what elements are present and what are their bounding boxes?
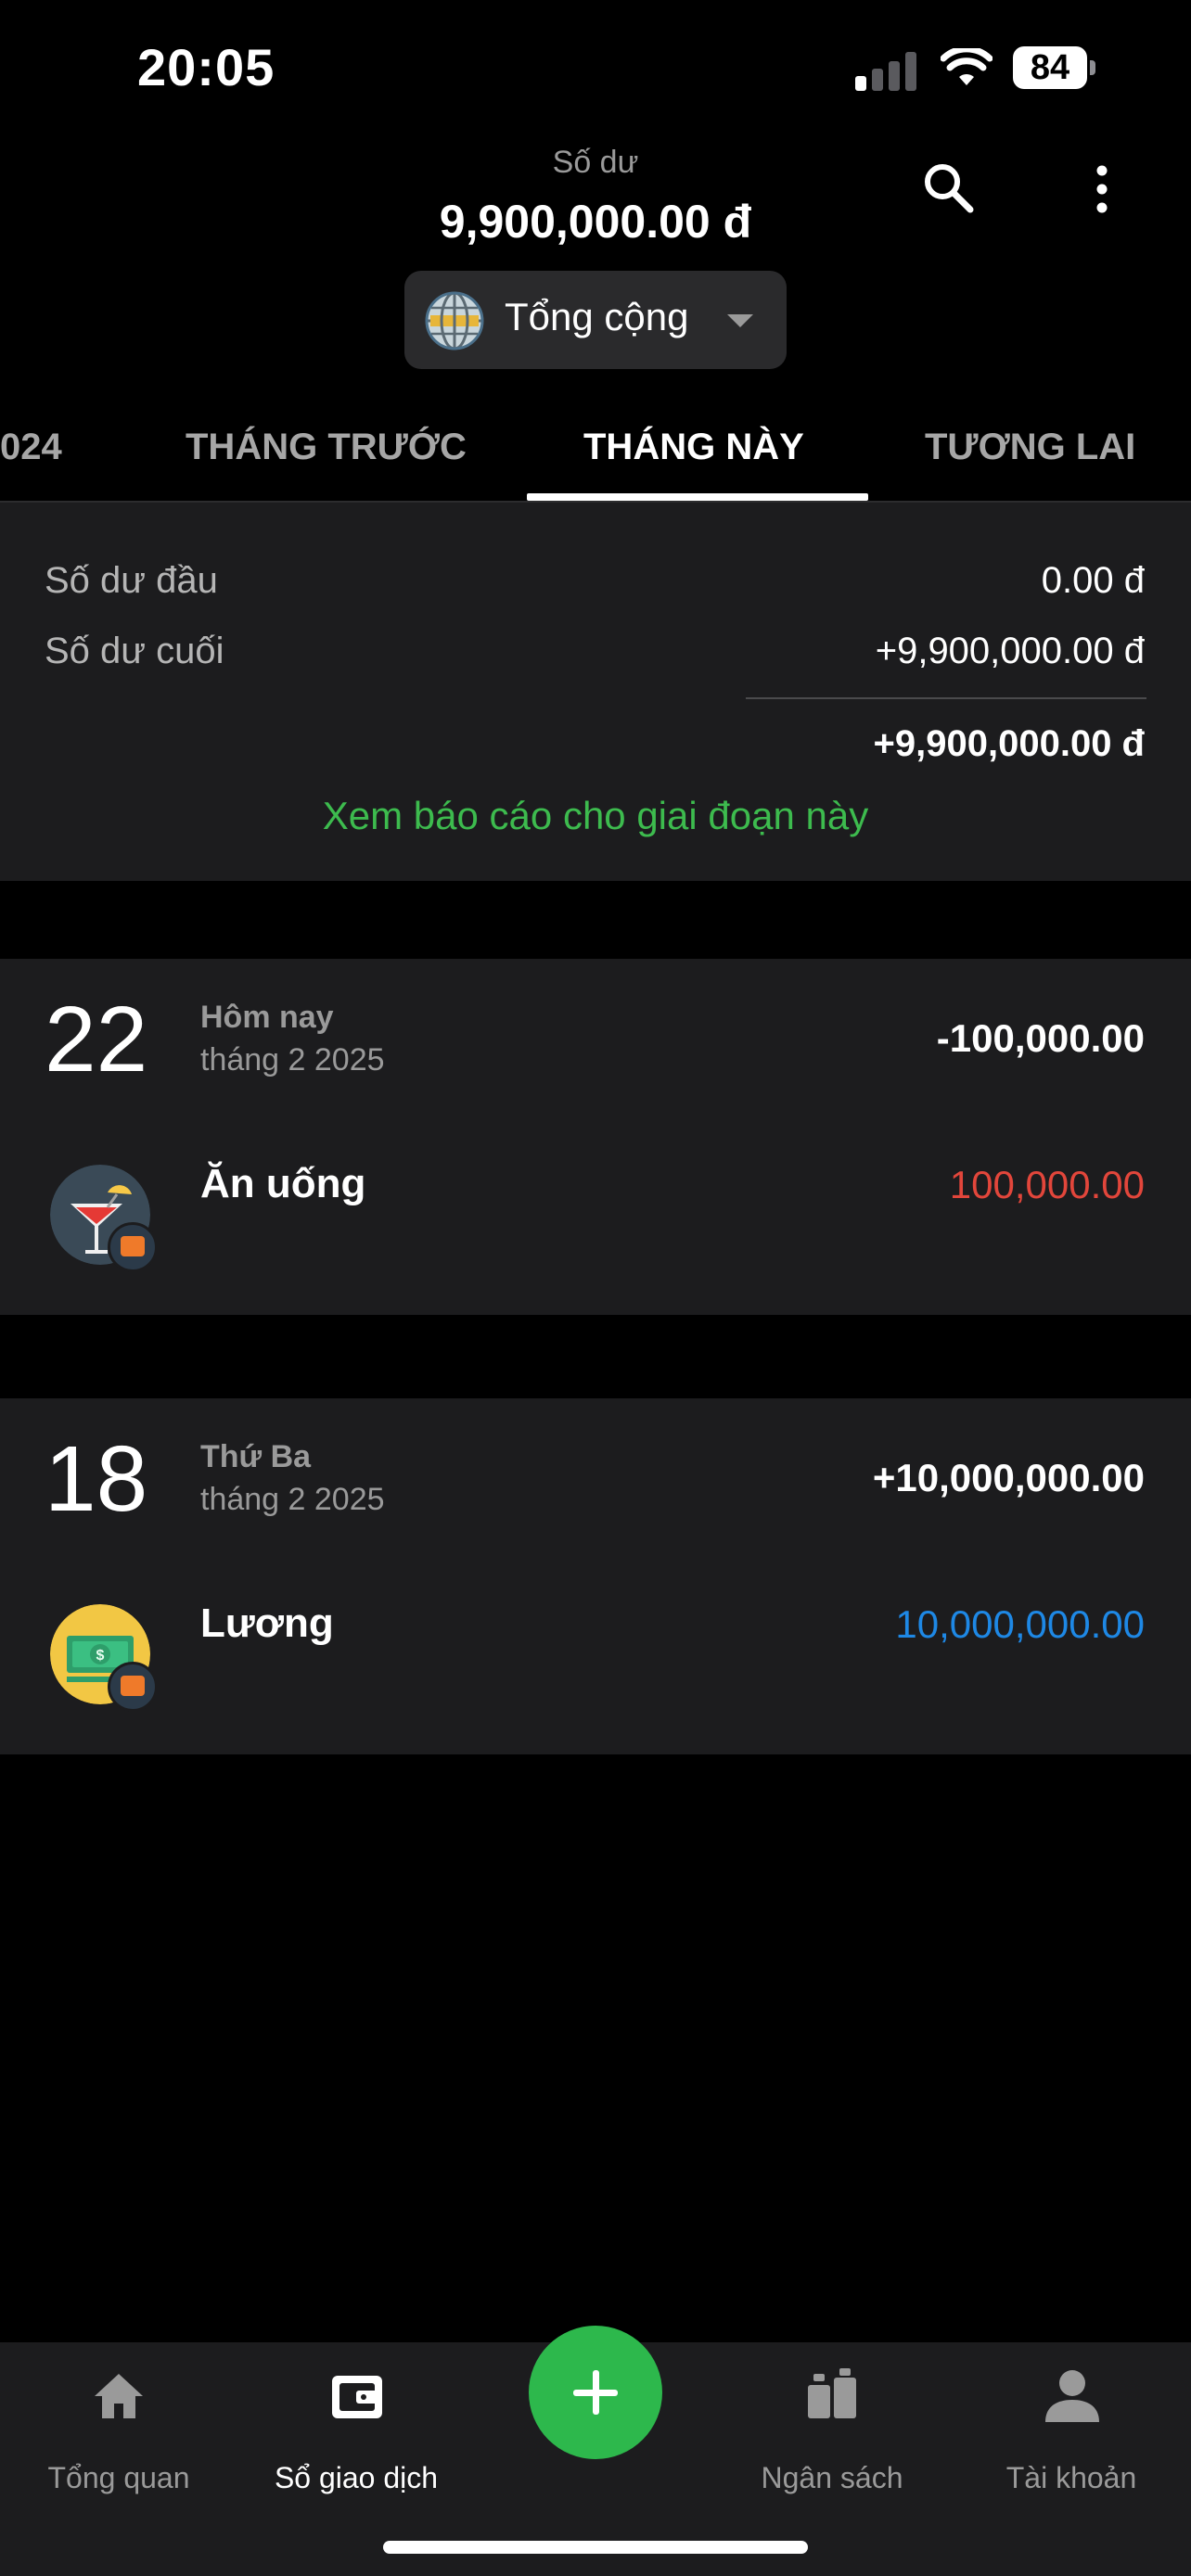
closing-balance-value: +9,900,000.00 đ (875, 631, 1145, 671)
account-icon (1045, 2370, 1099, 2422)
day-total: +10,000,000.00 (872, 1456, 1145, 1499)
wallet-badge-icon (108, 1222, 158, 1272)
chevron-down-icon (727, 314, 753, 327)
tab-future[interactable]: TƯƠNG LAI (925, 427, 1135, 468)
svg-text:$: $ (96, 1648, 105, 1664)
day-month: tháng 2 2025 (200, 1042, 385, 1078)
active-tab-indicator (527, 493, 868, 501)
battery-level: 84 (1013, 46, 1087, 89)
transaction-amount-income: 10,000,000.00 (895, 1602, 1145, 1646)
more-options-icon[interactable] (1083, 163, 1121, 215)
tab-previous-year[interactable]: 024 (0, 427, 62, 468)
nav-overview-label: Tổng quan (47, 2461, 190, 2494)
tab-this-month[interactable]: THÁNG NÀY (583, 427, 804, 468)
day-number: 18 (45, 1427, 148, 1531)
opening-balance-value: 0.00 đ (1041, 560, 1145, 601)
wallet-name: Tổng cộng (505, 295, 689, 338)
home-icon (95, 2374, 143, 2418)
battery-icon: 84 (1013, 46, 1098, 89)
wallet-icon (332, 2376, 382, 2418)
nav-account-label: Tài khoản (1005, 2461, 1137, 2494)
day-number: 22 (45, 988, 148, 1091)
wifi-icon (941, 48, 992, 85)
day-weekday: Thứ Ba (200, 1439, 312, 1474)
search-icon[interactable] (920, 159, 976, 215)
nav-budget-label: Ngân sách (761, 2461, 903, 2494)
net-balance-value: +9,900,000.00 đ (873, 723, 1145, 764)
home-indicator[interactable] (383, 2541, 808, 2554)
summary-divider (746, 697, 1146, 699)
period-tabs: 024 THÁNG TRƯỚC THÁNG NÀY TƯƠNG LAI (0, 408, 1191, 501)
balance-label: Số dư (552, 145, 639, 180)
opening-balance-label: Số dư đầu (45, 560, 218, 601)
view-report-link[interactable]: Xem báo cáo cho giai đoạn này (0, 794, 1191, 838)
cellular-signal-icon (855, 48, 920, 91)
day-total: -100,000.00 (936, 1016, 1145, 1060)
nav-transactions-label: Sổ giao dịch (274, 2461, 439, 2494)
closing-balance-label: Số dư cuối (45, 631, 224, 671)
globe-icon (425, 291, 484, 351)
status-time: 20:05 (137, 38, 275, 96)
transaction-category: Lương (200, 1600, 334, 1646)
budget-icon (808, 2368, 856, 2418)
day-weekday: Hôm nay (200, 1000, 334, 1035)
add-transaction-button[interactable] (529, 2326, 662, 2459)
day-month: tháng 2 2025 (200, 1482, 385, 1517)
tab-last-month[interactable]: THÁNG TRƯỚC (186, 427, 467, 468)
transaction-category: Ăn uống (200, 1161, 366, 1206)
transaction-amount-expense: 100,000.00 (949, 1163, 1145, 1206)
balance-value: 9,900,000.00 đ (439, 196, 752, 248)
wallet-badge-icon (108, 1662, 158, 1712)
